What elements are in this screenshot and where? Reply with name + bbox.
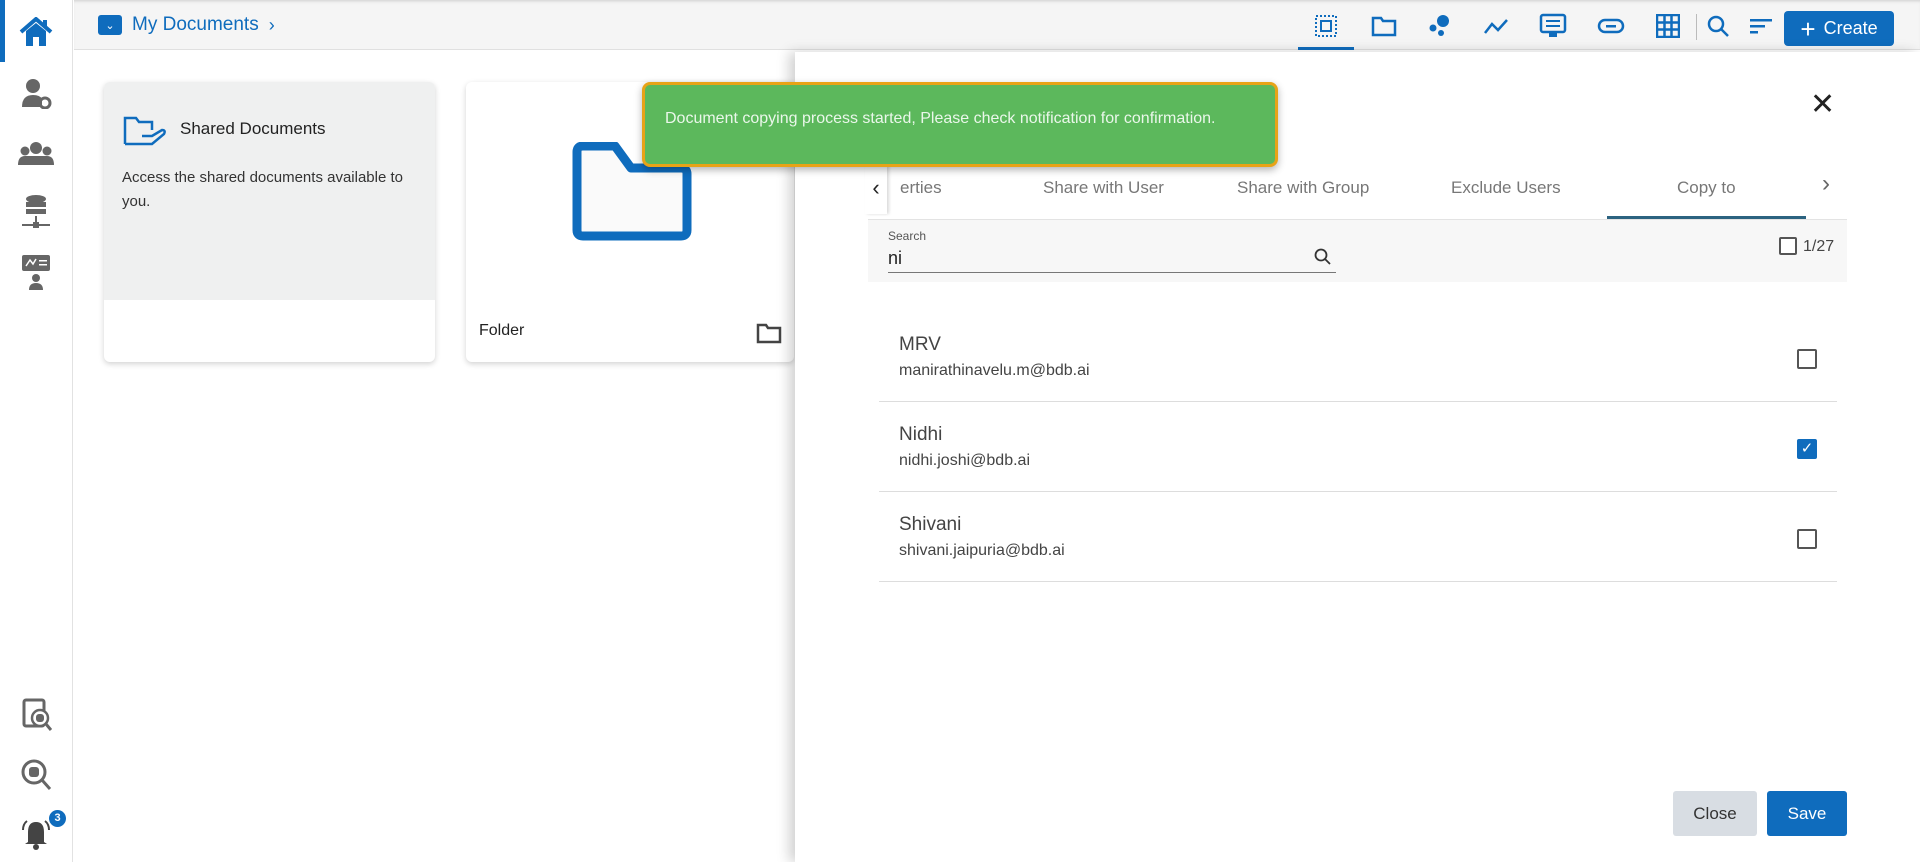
story-icon[interactable] — [1538, 12, 1568, 40]
active-view-indicator — [1298, 47, 1354, 50]
notification-bell-icon[interactable]: 3 — [16, 810, 66, 853]
grid-icon[interactable] — [1653, 12, 1683, 40]
search-value: ni — [888, 248, 903, 268]
user-checkbox-checked[interactable]: ✓ — [1797, 439, 1817, 459]
toolbar-divider — [1696, 14, 1697, 40]
user-row: Shivani shivani.jaipuria@bdb.ai — [879, 492, 1837, 582]
selection-count: 1/27 — [1803, 238, 1835, 255]
home-icon[interactable] — [16, 12, 56, 52]
user-name: Shivani — [899, 514, 962, 535]
card-title: Shared Documents — [180, 119, 326, 138]
close-icon[interactable]: ✕ — [1810, 87, 1835, 122]
close-button[interactable]: Close — [1673, 791, 1757, 836]
toast-notification: Document copying process started, Please… — [642, 82, 1278, 167]
user-name: Nidhi — [899, 424, 943, 445]
card-title: Folder — [479, 322, 525, 339]
user-settings-icon[interactable] — [16, 73, 56, 113]
breadcrumb-my-documents[interactable]: My Documents — [132, 14, 259, 36]
active-indicator — [0, 0, 5, 62]
plus-icon: + — [1800, 13, 1816, 44]
data-presenter-icon[interactable] — [16, 253, 56, 293]
folder-dropdown-icon[interactable]: ⌄ — [98, 15, 122, 35]
notification-badge: 3 — [49, 810, 66, 827]
user-checkbox[interactable] — [1797, 349, 1817, 369]
card-description: Access the shared documents available to… — [122, 169, 403, 210]
link-icon[interactable] — [1596, 12, 1626, 40]
document-options-panel: ✕ ‹ erties Share with User Share with Gr… — [795, 52, 1920, 862]
search-bar: Search ni 1/27 — [868, 219, 1847, 282]
toast-message: Document copying process started, Please… — [665, 110, 1216, 127]
data-search-icon[interactable] — [16, 755, 56, 795]
shared-folder-icon — [123, 116, 166, 146]
user-email: nidhi.joshi@bdb.ai — [899, 452, 1030, 469]
create-label: Create — [1823, 18, 1878, 38]
folder-type-icon — [756, 323, 782, 344]
tabs-scroll-left[interactable]: ‹ — [865, 164, 887, 214]
save-button[interactable]: Save — [1767, 791, 1847, 836]
tab-exclude-users[interactable]: Exclude Users — [1451, 178, 1561, 198]
line-chart-icon[interactable] — [1481, 12, 1511, 40]
data-catalog-icon[interactable] — [16, 695, 56, 735]
tabs-scroll-right[interactable]: › — [1822, 170, 1830, 198]
create-button[interactable]: + Create — [1784, 11, 1894, 46]
search-input[interactable]: ni — [888, 244, 1336, 273]
bubble-chart-icon[interactable] — [1425, 12, 1455, 40]
shared-documents-card[interactable]: Shared Documents Access the shared docum… — [104, 82, 435, 362]
top-bar: ⌄ My Documents › + Create — [74, 0, 1920, 50]
tab-share-with-user[interactable]: Share with User — [1043, 178, 1164, 198]
sort-icon[interactable] — [1746, 12, 1776, 40]
data-connectors-icon[interactable] — [16, 192, 56, 232]
tab-share-with-group[interactable]: Share with Group — [1237, 178, 1369, 198]
user-email: shivani.jaipuria@bdb.ai — [899, 542, 1065, 559]
folder-icon[interactable] — [1369, 12, 1399, 40]
user-row: Nidhi nidhi.joshi@bdb.ai ✓ — [879, 402, 1837, 492]
search-label: Search — [888, 229, 927, 243]
search-icon[interactable] — [1703, 12, 1733, 40]
user-checkbox[interactable] — [1797, 529, 1817, 549]
select-all-checkbox[interactable] — [1779, 237, 1797, 255]
user-email: manirathinavelu.m@bdb.ai — [899, 362, 1090, 379]
sidebar: 3 — [0, 0, 73, 862]
select-all-icon[interactable] — [1311, 12, 1341, 40]
tab-copy-to[interactable]: Copy to — [1677, 178, 1736, 198]
users-group-icon[interactable] — [16, 134, 56, 174]
chevron-right-icon: › — [268, 14, 275, 35]
user-name: MRV — [899, 334, 941, 355]
tab-properties[interactable]: erties — [900, 178, 942, 198]
user-row: MRV manirathinavelu.m@bdb.ai — [879, 312, 1837, 402]
breadcrumb[interactable]: ⌄ My Documents › — [98, 14, 275, 36]
search-icon[interactable] — [1314, 248, 1332, 266]
